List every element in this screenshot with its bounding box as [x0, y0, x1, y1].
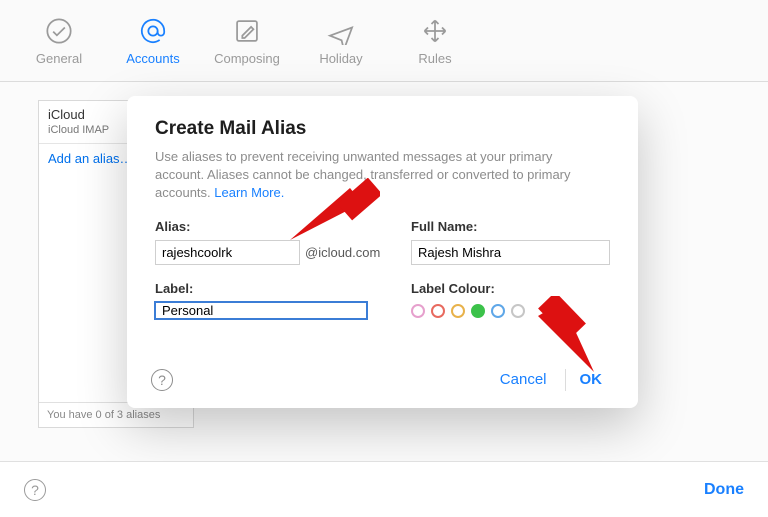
- toolbar-accounts-label: Accounts: [126, 51, 179, 66]
- compose-icon: [233, 17, 261, 45]
- sheet-help-button[interactable]: ?: [24, 479, 46, 501]
- modal-sheet-footer: ? Done: [0, 461, 768, 517]
- modal-title: Create Mail Alias: [155, 118, 610, 140]
- toolbar-rules[interactable]: Rules: [388, 8, 482, 74]
- modal-help-button[interactable]: ?: [151, 369, 173, 391]
- color-options: [411, 304, 610, 318]
- ok-button[interactable]: OK: [572, 367, 611, 392]
- color-yellow[interactable]: [451, 304, 465, 318]
- at-sign-icon: [139, 17, 167, 45]
- label-input[interactable]: [155, 302, 367, 319]
- toolbar-holiday-label: Holiday: [319, 51, 362, 66]
- color-gray[interactable]: [511, 304, 525, 318]
- alias-domain: @icloud.com: [305, 245, 380, 260]
- toolbar-composing[interactable]: Composing: [200, 8, 294, 74]
- toolbar-composing-label: Composing: [214, 51, 280, 66]
- label-label: Label:: [155, 281, 395, 296]
- done-button[interactable]: Done: [704, 481, 744, 499]
- fullname-label: Full Name:: [411, 219, 610, 234]
- create-alias-modal: Create Mail Alias Use aliases to prevent…: [127, 96, 638, 408]
- button-separator: [565, 369, 566, 391]
- toolbar-general[interactable]: General: [12, 8, 106, 74]
- alias-input[interactable]: [155, 240, 300, 265]
- toolbar-rules-label: Rules: [418, 51, 451, 66]
- color-blue[interactable]: [491, 304, 505, 318]
- arrows-move-icon: [421, 17, 449, 45]
- toolbar-holiday[interactable]: Holiday: [294, 8, 388, 74]
- color-field-group: Label Colour:: [411, 281, 610, 319]
- color-label: Label Colour:: [411, 281, 610, 296]
- cancel-button[interactable]: Cancel: [488, 367, 559, 392]
- label-field-group: Label:: [155, 281, 395, 319]
- airplane-icon: [327, 17, 355, 45]
- fullname-field-group: Full Name:: [411, 219, 610, 265]
- toolbar-accounts[interactable]: Accounts: [106, 8, 200, 74]
- fullname-input[interactable]: [411, 240, 610, 265]
- alias-field-group: Alias: @icloud.com: [155, 219, 395, 265]
- preferences-toolbar: General Accounts Composing Holiday Rules: [0, 0, 768, 82]
- modal-footer: ? Cancel OK: [151, 367, 610, 392]
- learn-more-link[interactable]: Learn More.: [214, 185, 284, 200]
- check-circle-icon: [45, 17, 73, 45]
- toolbar-general-label: General: [36, 51, 82, 66]
- color-pink[interactable]: [411, 304, 425, 318]
- alias-label: Alias:: [155, 219, 395, 234]
- modal-description: Use aliases to prevent receiving unwante…: [155, 148, 605, 203]
- color-red[interactable]: [431, 304, 445, 318]
- color-green[interactable]: [471, 304, 485, 318]
